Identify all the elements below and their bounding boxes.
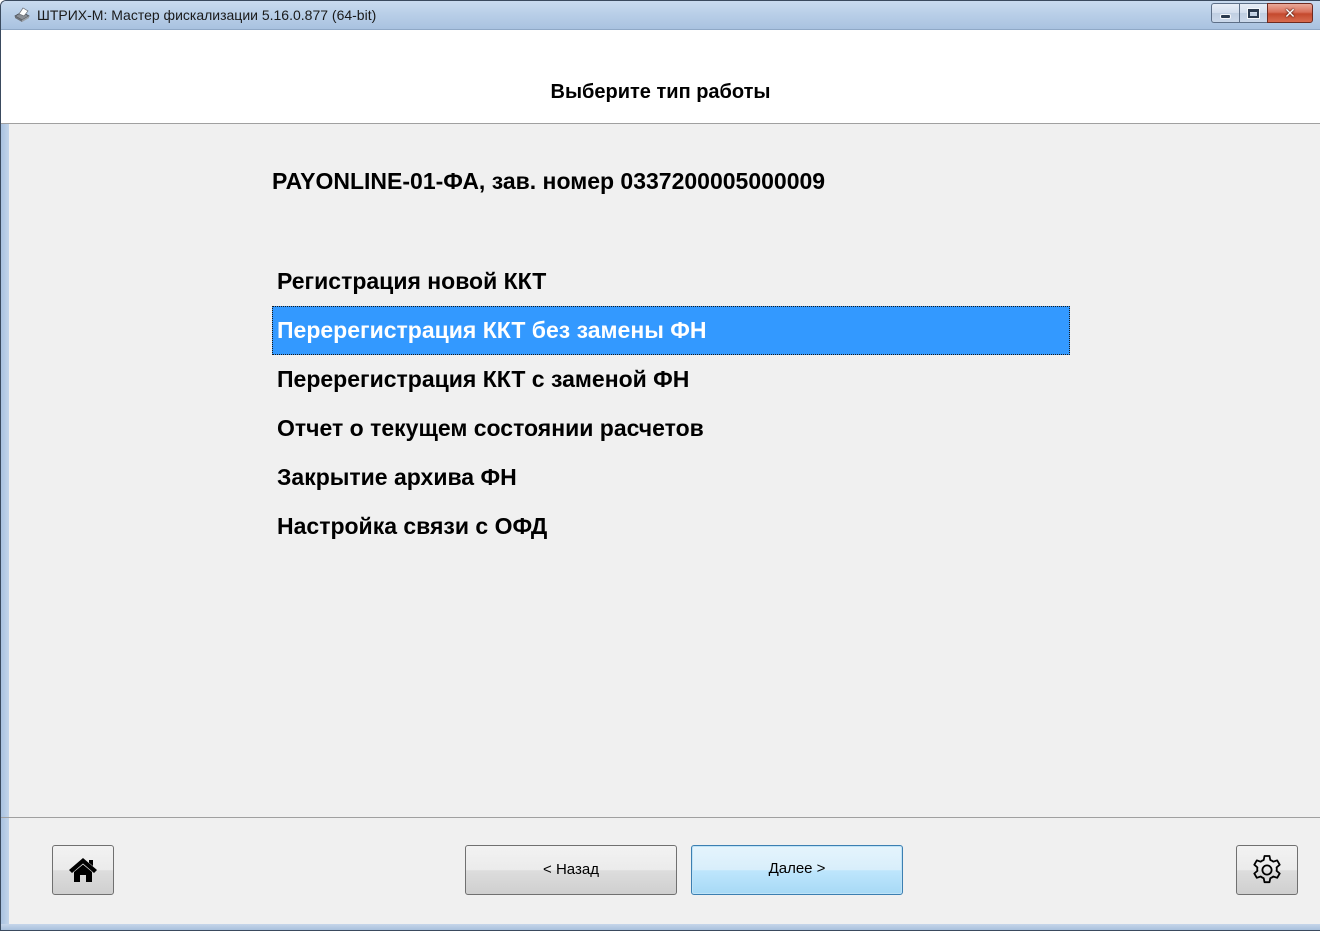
window-bottom-border	[1, 924, 1320, 930]
printer-icon	[14, 7, 30, 22]
minimize-button[interactable]	[1211, 3, 1239, 23]
work-type-list: Регистрация новой ККТ Перерегистрация КК…	[272, 257, 1070, 551]
maximize-button[interactable]	[1239, 3, 1267, 23]
home-icon	[69, 858, 97, 882]
close-button[interactable]: ✕	[1267, 3, 1313, 23]
menu-item-new-registration[interactable]: Регистрация новой ККТ	[272, 257, 1070, 306]
close-icon: ✕	[1284, 5, 1296, 21]
maximize-icon	[1240, 4, 1267, 22]
home-button[interactable]	[52, 845, 114, 895]
back-button[interactable]: < Назад	[465, 845, 677, 895]
menu-item-ofd-settings[interactable]: Настройка связи с ОФД	[272, 502, 1070, 551]
menu-item-reregistration-with-fn[interactable]: Перерегистрация ККТ с заменой ФН	[272, 355, 1070, 404]
window-title: ШТРИХ-М: Мастер фискализации 5.16.0.877 …	[37, 7, 377, 23]
page-header: Выберите тип работы	[1, 59, 1320, 124]
window-left-border	[1, 29, 9, 930]
title-bar[interactable]: ШТРИХ-М: Мастер фискализации 5.16.0.877 …	[1, 1, 1320, 30]
header-spacer	[1, 30, 1320, 59]
settings-button[interactable]	[1236, 845, 1298, 895]
next-button[interactable]: Далее >	[691, 845, 903, 895]
window-controls: ✕	[1211, 3, 1313, 23]
footer-divider	[1, 817, 1320, 818]
device-info: PAYONLINE-01-ФА, зав. номер 033720000500…	[272, 168, 826, 194]
menu-item-settlement-report[interactable]: Отчет о текущем состоянии расчетов	[272, 404, 1070, 453]
menu-item-close-fn-archive[interactable]: Закрытие архива ФН	[272, 453, 1070, 502]
gear-icon	[1253, 855, 1281, 884]
minimize-icon	[1212, 4, 1239, 22]
menu-item-reregistration-without-fn[interactable]: Перерегистрация ККТ без замены ФН	[272, 306, 1070, 355]
page-title: Выберите тип работы	[550, 81, 771, 103]
app-window: ШТРИХ-М: Мастер фискализации 5.16.0.877 …	[0, 0, 1320, 931]
